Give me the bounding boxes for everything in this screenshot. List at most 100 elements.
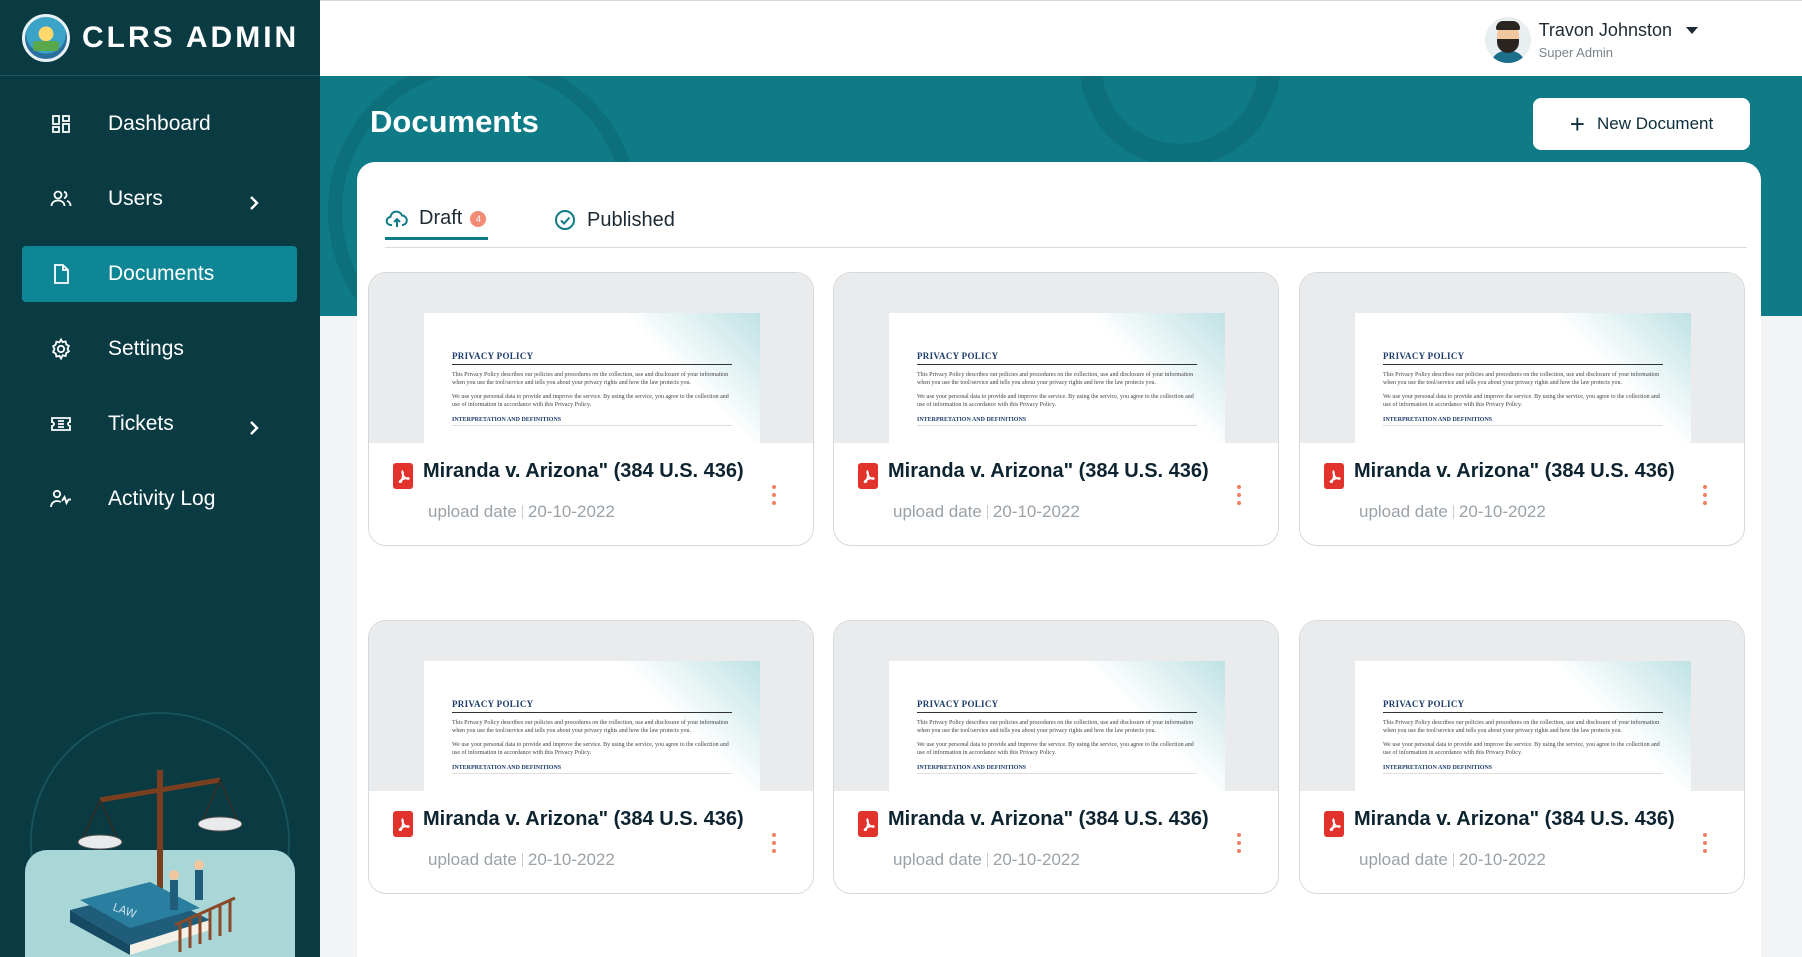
preview-heading: PRIVACY POLICY <box>452 351 732 365</box>
activity-log-icon <box>48 486 74 512</box>
users-icon <box>48 186 74 212</box>
upload-date-label: upload date <box>428 850 517 869</box>
document-preview: PRIVACY POLICY This Privacy Policy descr… <box>424 661 760 791</box>
draft-count-badge: 4 <box>470 210 487 227</box>
document-title[interactable]: Miranda v. Arizona" (384 U.S. 436) <box>423 460 744 483</box>
sidebar-item-label: Activity Log <box>108 487 216 510</box>
document-card[interactable]: PRIVACY POLICY This Privacy Policy descr… <box>833 272 1279 546</box>
new-document-button[interactable]: + New Document <box>1533 98 1750 150</box>
preview-subheading: INTERPRETATION AND DEFINITIONS <box>917 417 1197 426</box>
ticket-icon <box>48 411 74 437</box>
more-options-icon[interactable] <box>1236 833 1242 853</box>
plus-icon: + <box>1569 109 1585 139</box>
preview-subheading: INTERPRETATION AND DEFINITIONS <box>1383 417 1663 426</box>
document-card[interactable]: PRIVACY POLICY This Privacy Policy descr… <box>1299 620 1745 894</box>
preview-paragraph: We use your personal data to provide and… <box>917 394 1194 408</box>
tab-bar: Draft 4 Published <box>385 192 1747 248</box>
pdf-icon <box>858 811 878 837</box>
preview-paragraph: This Privacy Policy describes our polici… <box>1383 372 1660 386</box>
preview-heading: PRIVACY POLICY <box>1383 699 1663 713</box>
sidebar-item-documents[interactable]: Documents <box>22 246 297 302</box>
cloud-upload-icon <box>385 210 408 227</box>
sidebar-item-activity-log[interactable]: Activity Log <box>22 471 297 527</box>
preview-paragraph: We use your personal data to provide and… <box>917 742 1194 756</box>
more-options-icon[interactable] <box>771 485 777 505</box>
scales-of-justice-illustration: LAW <box>70 770 243 955</box>
brand[interactable]: CLRS ADMIN <box>0 0 320 76</box>
preview-paragraph: We use your personal data to provide and… <box>1383 742 1660 756</box>
document-thumbnail[interactable]: PRIVACY POLICY This Privacy Policy descr… <box>1300 273 1744 443</box>
gear-icon <box>48 336 74 362</box>
brand-logo <box>22 13 70 62</box>
preview-paragraph: This Privacy Policy describes our polici… <box>917 720 1194 734</box>
tab-draft[interactable]: Draft 4 <box>385 200 489 240</box>
preview-paragraph: This Privacy Policy describes our polici… <box>1383 720 1660 734</box>
document-card[interactable]: PRIVACY POLICY This Privacy Policy descr… <box>833 620 1279 894</box>
more-options-icon[interactable] <box>1236 485 1242 505</box>
document-meta: upload date 20-10-2022 <box>1359 502 1546 522</box>
preview-subheading: INTERPRETATION AND DEFINITIONS <box>452 765 732 774</box>
preview-heading: PRIVACY POLICY <box>452 699 732 713</box>
pdf-icon <box>393 811 413 837</box>
upload-date-label: upload date <box>1359 502 1448 521</box>
caret-down-icon[interactable] <box>1686 27 1698 34</box>
preview-heading: PRIVACY POLICY <box>1383 351 1663 365</box>
pdf-icon <box>1324 811 1344 837</box>
document-meta: upload date 20-10-2022 <box>428 850 615 870</box>
sidebar-item-users[interactable]: Users <box>22 171 297 227</box>
preview-subheading: INTERPRETATION AND DEFINITIONS <box>917 765 1197 774</box>
document-thumbnail[interactable]: PRIVACY POLICY This Privacy Policy descr… <box>369 621 813 791</box>
sidebar-item-label: Tickets <box>108 412 174 435</box>
sidebar-item-label: Users <box>108 187 163 210</box>
upload-date-label: upload date <box>893 502 982 521</box>
upload-date-label: upload date <box>893 850 982 869</box>
document-meta: upload date 20-10-2022 <box>893 850 1080 870</box>
document-title[interactable]: Miranda v. Arizona" (384 U.S. 436) <box>888 808 1209 831</box>
document-icon <box>48 261 74 287</box>
pdf-icon <box>1324 463 1344 489</box>
document-thumbnail[interactable]: PRIVACY POLICY This Privacy Policy descr… <box>834 621 1278 791</box>
meta-separator <box>1452 505 1454 519</box>
more-options-icon[interactable] <box>771 833 777 853</box>
document-title[interactable]: Miranda v. Arizona" (384 U.S. 436) <box>888 460 1209 483</box>
document-thumbnail[interactable]: PRIVACY POLICY This Privacy Policy descr… <box>834 273 1278 443</box>
new-document-label: New Document <box>1596 114 1714 133</box>
document-preview: PRIVACY POLICY This Privacy Policy descr… <box>1355 661 1691 791</box>
meta-separator <box>986 853 988 867</box>
document-thumbnail[interactable]: PRIVACY POLICY This Privacy Policy descr… <box>369 273 813 443</box>
document-title[interactable]: Miranda v. Arizona" (384 U.S. 436) <box>423 808 744 831</box>
preview-paragraph: This Privacy Policy describes our polici… <box>452 372 729 386</box>
sidebar-item-dashboard[interactable]: Dashboard <box>22 96 297 152</box>
preview-subheading: INTERPRETATION AND DEFINITIONS <box>452 417 732 426</box>
document-title[interactable]: Miranda v. Arizona" (384 U.S. 436) <box>1354 460 1675 483</box>
avatar[interactable] <box>1484 17 1531 63</box>
more-options-icon[interactable] <box>1702 833 1708 853</box>
pdf-icon <box>858 463 878 489</box>
more-options-icon[interactable] <box>1702 485 1708 505</box>
document-meta: upload date 20-10-2022 <box>893 502 1080 522</box>
upload-date-value: 20-10-2022 <box>992 850 1080 869</box>
tab-published[interactable]: Published <box>553 200 675 240</box>
document-card[interactable]: PRIVACY POLICY This Privacy Policy descr… <box>368 272 814 546</box>
document-preview: PRIVACY POLICY This Privacy Policy descr… <box>1355 313 1691 443</box>
upload-date-label: upload date <box>428 502 517 521</box>
meta-separator <box>986 505 988 519</box>
pdf-icon <box>393 463 413 489</box>
preview-heading: PRIVACY POLICY <box>917 699 1197 713</box>
document-preview: PRIVACY POLICY This Privacy Policy descr… <box>424 313 760 443</box>
document-card[interactable]: PRIVACY POLICY This Privacy Policy descr… <box>368 620 814 894</box>
sidebar-item-settings[interactable]: Settings <box>22 321 297 377</box>
preview-paragraph: We use your personal data to provide and… <box>452 742 729 756</box>
document-card[interactable]: PRIVACY POLICY This Privacy Policy descr… <box>1299 272 1745 546</box>
document-preview: PRIVACY POLICY This Privacy Policy descr… <box>889 313 1225 443</box>
user-name: Travon Johnston <box>1538 20 1672 40</box>
preview-paragraph: This Privacy Policy describes our polici… <box>917 372 1194 386</box>
document-thumbnail[interactable]: PRIVACY POLICY This Privacy Policy descr… <box>1300 621 1744 791</box>
upload-date-label: upload date <box>1359 850 1448 869</box>
document-title[interactable]: Miranda v. Arizona" (384 U.S. 436) <box>1354 808 1675 831</box>
sidebar-item-tickets[interactable]: Tickets <box>22 396 297 452</box>
sidebar: CLRS ADMIN Dashboard Users Documents Set… <box>0 0 320 957</box>
user-profile-menu[interactable]: Travon Johnston Super Admin <box>1484 17 1698 63</box>
meta-separator <box>521 505 523 519</box>
upload-date-value: 20-10-2022 <box>1458 502 1546 521</box>
